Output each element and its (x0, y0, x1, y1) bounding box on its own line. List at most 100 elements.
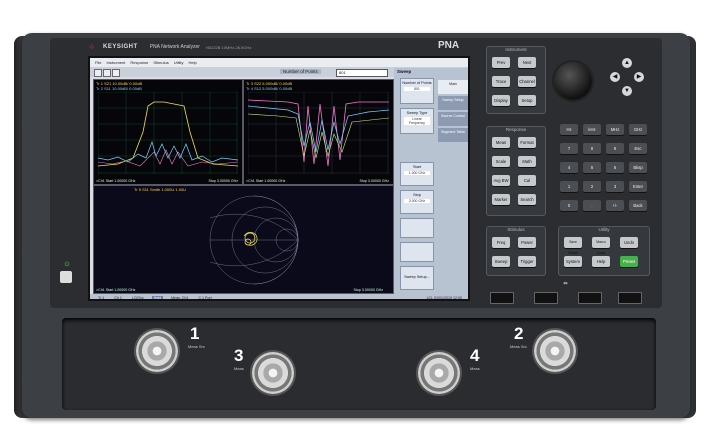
math-key[interactable]: Math (518, 156, 536, 167)
system-key[interactable]: System (564, 256, 582, 267)
marker-key[interactable]: Marker (492, 194, 510, 205)
trace-s22-b (248, 105, 389, 153)
usb-port[interactable] (534, 292, 558, 304)
next-key[interactable]: Next (518, 57, 536, 68)
arrow-down-icon[interactable]: ▼ (622, 86, 632, 96)
setup-key[interactable]: Setup (518, 95, 536, 106)
trigger-key[interactable]: Trigger (518, 256, 536, 267)
format-key[interactable]: Format (518, 137, 536, 148)
status-port[interactable]: C 1 Port (196, 296, 213, 300)
key-khz[interactable]: kHz (583, 124, 601, 135)
softkey-start[interactable]: Start 1.000 GHz (400, 162, 434, 186)
side-tab-sweep-setup[interactable]: Sweep Setup (438, 96, 468, 110)
preset-key[interactable]: Preset (620, 256, 638, 267)
key-hz[interactable]: Hz (560, 124, 578, 135)
softkey-number-of-points[interactable]: Number of Points 801 (400, 78, 434, 104)
cal-key[interactable]: Cal (518, 175, 536, 186)
trace-window-3[interactable]: Tr 5 S11 Smith 1.000U 1.00U >Ch1 Start 1 (93, 185, 394, 294)
display-key[interactable]: Display (492, 95, 510, 106)
key-3[interactable]: 3 (606, 181, 624, 192)
menu-item-instrument[interactable]: Instrument (106, 60, 125, 65)
menu-item-utility[interactable]: Utility (174, 60, 184, 65)
key-back[interactable]: Back (629, 200, 647, 211)
trace-s11 (98, 140, 238, 163)
softkey-blank[interactable] (400, 242, 434, 262)
prev-key[interactable]: Prev (492, 57, 510, 68)
key-9[interactable]: 9 (606, 143, 624, 154)
port-2-connector[interactable] (534, 330, 576, 372)
search-key[interactable]: Search (518, 194, 536, 205)
group-title: Utility (598, 227, 610, 232)
trace-footer: >Ch1 Start 1.00000 GHz Stop 3.00000 GHz (96, 179, 238, 183)
power-button[interactable] (60, 271, 72, 283)
key-8[interactable]: 8 (583, 143, 601, 154)
trace-plot-1 (98, 92, 238, 174)
side-tab-main[interactable]: Main (438, 80, 468, 94)
port-1-sublabel: Meas Src (188, 344, 205, 349)
port-3-connector[interactable] (252, 352, 294, 394)
usb-port[interactable] (490, 292, 514, 304)
group-title: Stimulus (507, 227, 525, 232)
usb-port[interactable] (578, 292, 602, 304)
group-title: Response (505, 127, 527, 132)
key-backspace[interactable]: Bksp (629, 162, 647, 173)
key-2[interactable]: 2 (583, 181, 601, 192)
softkey-sweep-type[interactable]: Sweep Type Linear Frequency (400, 108, 434, 134)
usb-port[interactable] (618, 292, 642, 304)
key-enter[interactable]: Enter (629, 181, 647, 192)
freq-key[interactable]: Freq (492, 237, 510, 248)
key-mhz[interactable]: MHz (606, 124, 624, 135)
arrow-right-icon[interactable]: ▶ (634, 72, 644, 82)
save-recall-key[interactable]: Save Recall (564, 237, 582, 255)
arrow-left-icon[interactable]: ◀ (610, 72, 620, 82)
menu-item-file[interactable]: File (95, 60, 101, 65)
status-channel[interactable]: Ch 1 (112, 296, 124, 300)
scale-key[interactable]: Scale (492, 156, 510, 167)
softkey-stop[interactable]: Stop 3.000 GHz (400, 190, 434, 214)
avg-bw-key[interactable]: Avg BW (492, 175, 510, 186)
softkey-value: 3.000 GHz (404, 199, 430, 203)
power-key[interactable]: Power (518, 237, 536, 248)
trace-window-1[interactable]: Tr 1 S21 10.00dB/ 0.00dB Tr 2 S11 10.00d… (93, 79, 243, 185)
softkey-sweep-setup[interactable]: Sweep Setup... (400, 266, 434, 290)
key-7[interactable]: 7 (560, 143, 578, 154)
key-0[interactable]: 0 (560, 200, 578, 211)
undo-key[interactable]: Undo (620, 237, 638, 248)
key-6[interactable]: 6 (606, 162, 624, 173)
help-key[interactable]: Help (592, 256, 610, 267)
key-plus-minus[interactable]: +/- (606, 200, 624, 211)
touch-screen[interactable]: File Instrument Response Stimulus Utilit… (88, 56, 470, 301)
channel-key[interactable]: Channel (518, 76, 536, 87)
toolbar-button[interactable] (112, 69, 120, 77)
menu-item-stimulus[interactable]: Stimulus (153, 60, 168, 65)
key-esc[interactable]: Esc (629, 143, 647, 154)
port-1-connector[interactable] (136, 330, 178, 372)
meas-key[interactable]: Meas (492, 137, 510, 148)
status-source[interactable]: LCl/Src (130, 296, 146, 300)
side-tab-source-control[interactable]: Source Control (438, 112, 468, 126)
arrow-up-icon[interactable]: ▲ (622, 58, 632, 68)
brand-bar: ✧ KEYSIGHT PNA Network Analyzer N5222B 1… (88, 40, 478, 54)
key-ghz[interactable]: GHz (629, 124, 647, 135)
key-5[interactable]: 5 (583, 162, 601, 173)
trace-window-2[interactable]: Tr 3 S22 5.000dB/ 0.00dB Tr 4 S12 5.000d… (243, 79, 394, 185)
toolbar-button[interactable] (103, 69, 111, 77)
status-trace[interactable]: Tr 1 (96, 296, 106, 300)
rotary-knob[interactable] (554, 62, 592, 100)
status-meas[interactable]: Meas: Ch1 (169, 296, 190, 300)
key-decimal[interactable]: . (583, 200, 601, 211)
key-4[interactable]: 4 (560, 162, 578, 173)
macro-local-key[interactable]: Macro Local (592, 237, 610, 255)
sweep-key[interactable]: Sweep (492, 256, 510, 267)
key-1[interactable]: 1 (560, 181, 578, 192)
menu-bar: File Instrument Response Stimulus Utilit… (90, 58, 468, 67)
menu-item-help[interactable]: Help (189, 60, 197, 65)
trace-key[interactable]: Trace (492, 76, 510, 87)
number-of-points-input[interactable]: 801 (336, 69, 388, 77)
menu-item-response[interactable]: Response (130, 60, 148, 65)
port-4-connector[interactable] (418, 352, 460, 394)
softkey-blank[interactable] (400, 218, 434, 238)
status-hold[interactable]: Hold (151, 295, 164, 299)
toolbar-button[interactable] (94, 69, 102, 77)
side-tab-segment-table[interactable]: Segment Table (438, 128, 468, 142)
